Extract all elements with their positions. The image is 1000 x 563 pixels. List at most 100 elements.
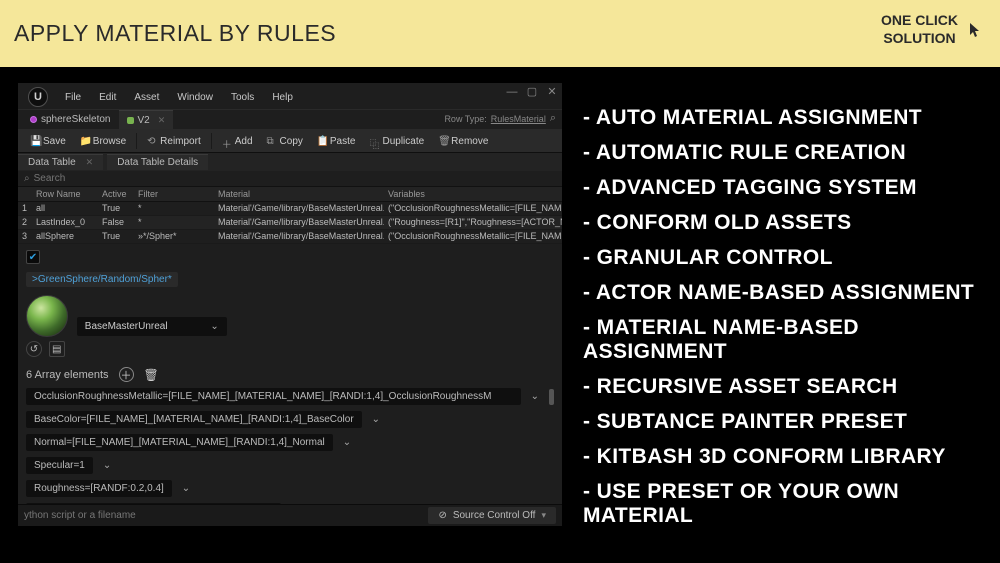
status-bar: ython script or a filename ⊘ Source Cont… [18, 504, 562, 526]
variable-field[interactable]: OcclusionRoughnessMetallic=[FILE_NAME]_[… [26, 388, 521, 405]
tab-v2[interactable]: V2 ✕ [119, 110, 174, 129]
browse-button[interactable]: 📁Browse [74, 134, 132, 149]
feature-item: - AUTO MATERIAL ASSIGNMENT [583, 106, 1000, 130]
separator [136, 133, 137, 149]
chevron-down-icon[interactable]: ⌄ [531, 391, 539, 402]
row-type-label: Row Type: [444, 114, 486, 124]
feature-item: - USE PRESET OR YOUR OWN MATERIAL [583, 480, 1000, 528]
blocked-icon: ⊘ [438, 510, 446, 521]
col-material[interactable]: Material [214, 187, 384, 201]
feature-item: - CONFORM OLD ASSETS [583, 211, 1000, 235]
chevron-down-icon: ⌄ [210, 321, 218, 332]
source-control-label: Source Control Off [453, 510, 536, 521]
save-icon: 💾 [30, 136, 40, 146]
feature-list: - AUTO MATERIAL ASSIGNMENT - AUTOMATIC R… [583, 106, 1000, 539]
reimport-button[interactable]: ⟲Reimport [141, 134, 207, 149]
table-row[interactable]: 3allSphereTrue»*/Spher*Material'/Game/li… [18, 230, 562, 244]
feature-item: - ACTOR NAME-BASED ASSIGNMENT [583, 281, 1000, 305]
menu-asset[interactable]: Asset [125, 90, 168, 105]
menu-window[interactable]: Window [168, 90, 222, 105]
chevron-down-icon[interactable]: ⌄ [182, 483, 190, 494]
tab-close-icon[interactable]: ✕ [158, 115, 166, 126]
check-icon: ✔ [29, 252, 37, 263]
banner-subtitle-2: SOLUTION [881, 30, 958, 48]
subtab-datatable[interactable]: Data Table✕ [18, 154, 103, 170]
row-type-value[interactable]: RulesMaterial [491, 114, 546, 124]
duplicate-icon: ⿻ [369, 136, 379, 146]
variable-field[interactable]: Specular=1 [26, 457, 93, 474]
minimize-icon[interactable]: — [506, 86, 518, 98]
col-rowname[interactable]: Row Name [32, 187, 98, 201]
toolbar: 💾Save 📁Browse ⟲Reimport ＋Add ⧉Copy 📋Past… [18, 130, 562, 153]
search-icon[interactable]: ⌕ [550, 112, 556, 125]
col-filter[interactable]: Filter [134, 187, 214, 201]
panel-tabs: Data Table✕ Data Table Details [18, 153, 562, 171]
folder-icon: 📁 [80, 136, 90, 146]
chevron-down-icon[interactable]: ⌄ [103, 460, 111, 471]
duplicate-button[interactable]: ⿻Duplicate [363, 134, 430, 149]
menubar: U File Edit Asset Window Tools Help [18, 83, 562, 110]
save-button[interactable]: 💾Save [24, 134, 72, 149]
scroll-indicator[interactable] [549, 389, 554, 405]
tab-close-icon[interactable]: ✕ [86, 157, 94, 168]
material-thumbnail[interactable] [26, 295, 68, 337]
col-variables[interactable]: Variables [384, 187, 562, 201]
banner: APPLY MATERIAL BY RULES ONE CLICK SOLUTI… [0, 0, 1000, 67]
maximize-icon[interactable]: ▢ [526, 86, 538, 98]
feature-item: - KITBASH 3D CONFORM LIBRARY [583, 445, 1000, 469]
page-title: APPLY MATERIAL BY RULES [14, 20, 336, 47]
copy-button[interactable]: ⧉Copy [261, 134, 309, 149]
menu-help[interactable]: Help [263, 90, 302, 105]
browse-to-icon[interactable]: ▤ [49, 341, 65, 357]
array-header: 6 Array elements ＋ 🗑 [26, 367, 554, 382]
tab-label: V2 [138, 115, 150, 126]
skeleton-dot-icon [30, 116, 37, 123]
variable-field[interactable]: Normal=[FILE_NAME]_[MATERIAL_NAME]_[RAND… [26, 434, 333, 451]
clear-array-button[interactable]: 🗑 [144, 368, 159, 382]
banner-right: ONE CLICK SOLUTION [881, 12, 982, 47]
subtab-details[interactable]: Data Table Details [107, 154, 208, 170]
table-row[interactable]: 2LastIndex_0False*Material'/Game/library… [18, 216, 562, 230]
tab-label: sphereSkeleton [41, 114, 111, 125]
table-row[interactable]: 1allTrue*Material'/Game/library/BaseMast… [18, 202, 562, 216]
feature-item: - SUBTANCE PAINTER PRESET [583, 410, 1000, 434]
table-header: Row Name Active Filter Material Variable… [18, 187, 562, 202]
add-button[interactable]: ＋Add [216, 134, 259, 149]
col-active[interactable]: Active [98, 187, 134, 201]
material-dropdown[interactable]: BaseMasterUnreal ⌄ [77, 317, 227, 336]
variable-field[interactable]: BaseColor=[FILE_NAME]_[MATERIAL_NAME]_[R… [26, 411, 362, 428]
reimport-icon: ⟲ [147, 136, 157, 146]
feature-item: - ADVANCED TAGGING SYSTEM [583, 176, 1000, 200]
row-type-indicator: Row Type: RulesMaterial ⌕ [444, 112, 556, 125]
filter-tag[interactable]: >GreenSphere/Random/Spher* [26, 272, 178, 287]
feature-item: - RECURSIVE ASSET SEARCH [583, 375, 1000, 399]
data-table: Row Name Active Filter Material Variable… [18, 187, 562, 244]
menu-edit[interactable]: Edit [90, 90, 125, 105]
python-prompt[interactable]: ython script or a filename [24, 510, 136, 521]
copy-icon: ⧉ [267, 136, 277, 146]
search-input[interactable] [34, 173, 556, 184]
chevron-down-icon[interactable]: ⌄ [343, 437, 351, 448]
use-selected-icon[interactable]: ↺ [26, 341, 42, 357]
paste-button[interactable]: 📋Paste [311, 134, 362, 149]
menu-tools[interactable]: Tools [222, 90, 263, 105]
separator [211, 133, 212, 149]
menu-file[interactable]: File [56, 90, 90, 105]
feature-item: - MATERIAL NAME-BASED ASSIGNMENT [583, 316, 1000, 364]
cursor-icon [966, 22, 982, 38]
close-icon[interactable]: ✕ [546, 86, 558, 98]
plus-icon: ＋ [222, 136, 232, 146]
add-array-element-button[interactable]: ＋ [119, 367, 134, 382]
remove-button[interactable]: 🗑Remove [432, 134, 494, 149]
details-panel: ✔ >GreenSphere/Random/Spher* ↺ ▤ BaseMas… [18, 244, 562, 532]
chevron-down-icon[interactable]: ⌄ [372, 414, 380, 425]
document-tabs: sphereSkeleton V2 ✕ Row Type: RulesMater… [18, 110, 562, 130]
variable-field[interactable]: Roughness=[RANDF:0.2,0.4] [26, 480, 172, 497]
material-selector-row: ↺ ▤ BaseMasterUnreal ⌄ [26, 295, 554, 357]
banner-subtitle-1: ONE CLICK [881, 12, 958, 30]
chevron-down-icon: ▾ [541, 510, 546, 521]
active-checkbox[interactable]: ✔ [26, 250, 40, 264]
source-control-button[interactable]: ⊘ Source Control Off ▾ [428, 507, 556, 524]
feature-item: - AUTOMATIC RULE CREATION [583, 141, 1000, 165]
tab-sphereskeleton[interactable]: sphereSkeleton [22, 110, 119, 129]
